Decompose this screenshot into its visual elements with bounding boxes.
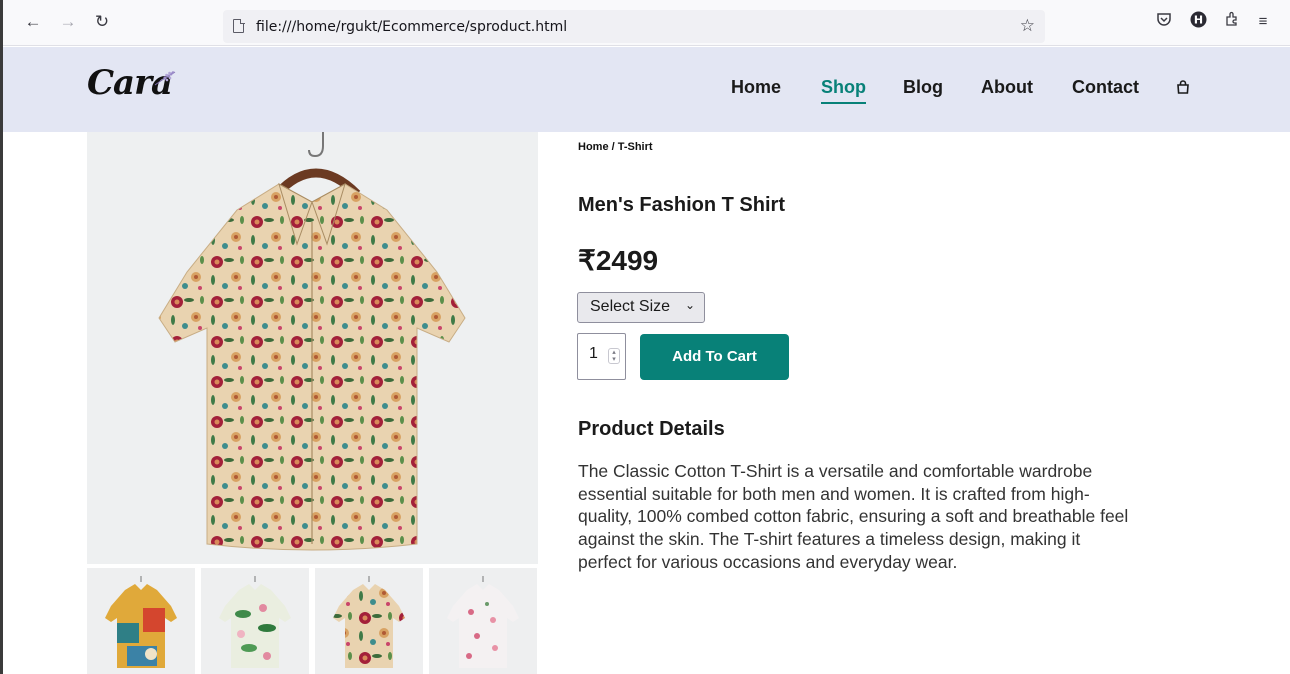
spinner-icon[interactable]: ▴ ▾	[608, 348, 620, 364]
nav-blog[interactable]: Blog	[903, 77, 943, 98]
main-nav: Home Shop Blog About Contact	[3, 77, 1290, 117]
product-price: ₹2499	[578, 245, 659, 276]
quantity-input[interactable]: 1 ▴ ▾	[577, 333, 626, 380]
details-heading: Product Details	[578, 418, 725, 440]
account-avatar-icon[interactable]: H	[1187, 11, 1209, 33]
thumbnail-4[interactable]	[429, 568, 537, 674]
nav-contact[interactable]: Contact	[1072, 77, 1139, 98]
nav-about[interactable]: About	[981, 77, 1033, 98]
product-description: The Classic Cotton T-Shirt is a versatil…	[578, 461, 1129, 572]
quantity-value: 1	[589, 345, 598, 362]
nav-shop[interactable]: Shop	[821, 77, 866, 104]
shopping-bag-icon[interactable]	[1176, 80, 1190, 94]
nav-home[interactable]: Home	[731, 77, 781, 98]
site-header: Cara Home Shop Blog About Contact	[3, 47, 1290, 132]
menu-icon[interactable]: ≡	[1252, 11, 1274, 33]
main-product-image	[87, 132, 538, 564]
bookmark-star-icon[interactable]: ☆	[1020, 16, 1035, 36]
product-title: Men's Fashion T Shirt	[578, 194, 785, 216]
breadcrumb: Home / T-Shirt	[578, 141, 653, 153]
forward-arrow-icon[interactable]: →	[56, 10, 80, 34]
reload-icon[interactable]: ↻	[90, 10, 114, 34]
extensions-icon[interactable]	[1221, 11, 1243, 33]
thumbnail-1[interactable]	[87, 568, 195, 674]
size-select[interactable]: Select Size ⌄	[577, 292, 705, 323]
chevron-down-icon: ⌄	[684, 298, 695, 312]
thumbnail-gallery	[87, 568, 538, 674]
thumbnail-2[interactable]	[201, 568, 309, 674]
back-arrow-icon[interactable]: ←	[21, 10, 45, 34]
page-icon	[233, 18, 245, 33]
pocket-icon[interactable]	[1153, 11, 1175, 33]
url-text[interactable]: file:///home/rgukt/Ecommerce/sproduct.ht…	[256, 19, 567, 35]
svg-text:H: H	[1193, 14, 1202, 27]
add-to-cart-button[interactable]: Add To Cart	[640, 334, 789, 380]
browser-toolbar: ← → ↻ file:///home/rgukt/Ecommerce/sprod…	[3, 0, 1290, 46]
address-bar[interactable]: file:///home/rgukt/Ecommerce/sproduct.ht…	[223, 10, 1045, 43]
thumbnail-3[interactable]	[315, 568, 423, 674]
size-select-value: Select Size	[590, 298, 671, 315]
